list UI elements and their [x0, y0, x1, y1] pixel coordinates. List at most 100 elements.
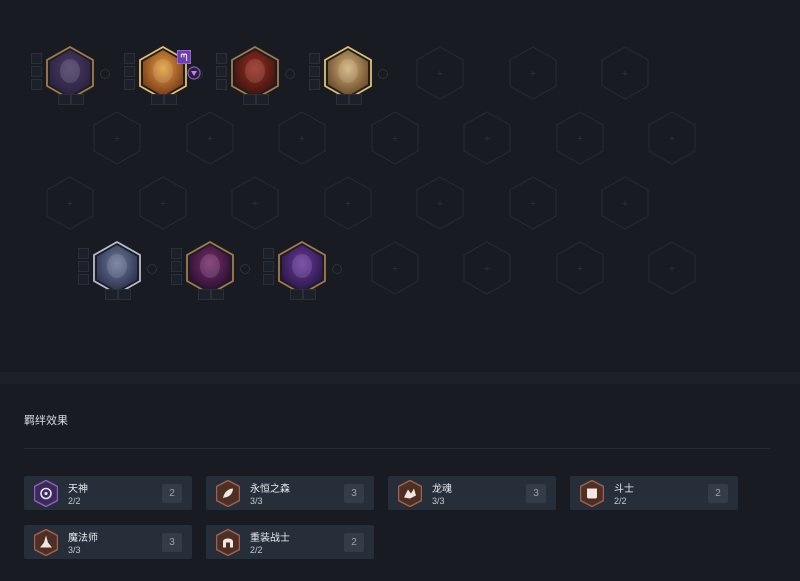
- trait-card[interactable]: 永恒之森 3/3 3: [206, 476, 374, 510]
- equip-dot[interactable]: [239, 264, 250, 274]
- item-slot[interactable]: [78, 274, 89, 285]
- dragon-icon: [398, 480, 422, 507]
- plus-icon: +: [622, 199, 629, 208]
- plus-icon: +: [576, 134, 583, 143]
- champion-3[interactable]: [231, 46, 279, 100]
- plus-icon: +: [529, 199, 536, 208]
- item-slot[interactable]: [216, 79, 227, 90]
- plus-icon: +: [344, 199, 351, 208]
- champion-7[interactable]: [278, 241, 326, 295]
- trait-tier-badge: 3: [344, 484, 364, 503]
- item-slot[interactable]: [31, 66, 42, 77]
- champion-4[interactable]: [323, 46, 372, 100]
- item-slot[interactable]: [263, 274, 274, 285]
- item-slot[interactable]: [263, 248, 274, 259]
- svg-text:ᘉ: ᘉ: [180, 53, 187, 64]
- plus-icon: +: [437, 199, 444, 208]
- divine-badge-icon: ᘉ: [176, 50, 191, 64]
- trait-tier-badge: 2: [162, 484, 182, 503]
- star-slot: [197, 289, 211, 300]
- trait-tier-badge: 2: [344, 533, 364, 552]
- empty-hex-slot[interactable]: +: [463, 111, 511, 165]
- plus-icon: +: [669, 264, 676, 273]
- star-slot: [163, 94, 177, 105]
- item-slot[interactable]: [308, 66, 320, 77]
- empty-hex-slot[interactable]: +: [138, 176, 187, 230]
- star-slot: [105, 289, 118, 300]
- empty-hex-slot[interactable]: +: [508, 176, 557, 230]
- divine-icon: [34, 480, 58, 507]
- item-slot[interactable]: [123, 66, 135, 77]
- item-slot[interactable]: [123, 79, 135, 90]
- empty-hex-slot[interactable]: +: [323, 176, 372, 230]
- fist-icon: [580, 480, 604, 507]
- empty-hex-slot[interactable]: +: [463, 241, 511, 295]
- plus-icon: +: [67, 199, 74, 208]
- plus-icon: +: [529, 69, 536, 78]
- empty-hex-slot[interactable]: +: [648, 241, 696, 295]
- item-slot[interactable]: [170, 274, 182, 285]
- champion-5[interactable]: [93, 241, 141, 295]
- traits-title: 羁绊效果: [24, 415, 68, 427]
- star-slot: [71, 94, 84, 105]
- item-slot[interactable]: [123, 53, 135, 64]
- champion-1[interactable]: [46, 46, 94, 100]
- empty-hex-slot[interactable]: +: [648, 111, 696, 165]
- trait-name: 重装战士: [250, 533, 290, 544]
- trait-count: 3/3: [68, 545, 81, 555]
- plus-icon: +: [206, 134, 213, 143]
- section-divider: [0, 372, 800, 384]
- equip-dot[interactable]: [147, 264, 157, 274]
- item-slot[interactable]: [216, 66, 227, 77]
- item-slot[interactable]: [31, 53, 42, 64]
- empty-hex-slot[interactable]: +: [555, 111, 604, 165]
- empty-hex-slot[interactable]: +: [93, 111, 141, 165]
- trait-card[interactable]: 魔法师 3/3 3: [24, 525, 192, 559]
- star-slot: [210, 289, 224, 300]
- empty-hex-slot[interactable]: +: [46, 176, 94, 230]
- empty-hex-slot[interactable]: +: [278, 111, 326, 165]
- trait-card[interactable]: 龙魂 3/3 3: [388, 476, 556, 510]
- item-slot[interactable]: [170, 248, 182, 259]
- item-slot[interactable]: [78, 248, 89, 259]
- star-slot: [290, 289, 303, 300]
- equip-dot[interactable]: [377, 69, 388, 79]
- item-slot[interactable]: [263, 261, 274, 272]
- leaf-icon: [216, 480, 240, 507]
- empty-hex-slot[interactable]: +: [231, 176, 279, 230]
- trait-tier-badge: 3: [526, 484, 546, 503]
- plus-icon: +: [391, 134, 398, 143]
- star-slot: [256, 94, 269, 105]
- empty-hex-slot[interactable]: +: [416, 46, 464, 100]
- trait-tier-badge: 2: [708, 484, 728, 503]
- empty-hex-slot[interactable]: +: [370, 241, 419, 295]
- item-slot[interactable]: [308, 79, 320, 90]
- empty-hex-slot[interactable]: +: [185, 111, 234, 165]
- plus-icon: +: [576, 264, 583, 273]
- trait-card[interactable]: 重装战士 2/2 2: [206, 525, 374, 559]
- item-slot[interactable]: [31, 79, 42, 90]
- equip-dot[interactable]: [100, 69, 110, 79]
- empty-hex-slot[interactable]: +: [601, 46, 649, 100]
- empty-hex-slot[interactable]: +: [416, 176, 464, 230]
- equip-dot[interactable]: [285, 69, 295, 79]
- plus-icon: +: [437, 69, 444, 78]
- empty-hex-slot[interactable]: +: [555, 241, 604, 295]
- item-slot[interactable]: [170, 261, 182, 272]
- equip-dot[interactable]: [332, 264, 342, 274]
- trait-card[interactable]: 天神 2/2 2: [24, 476, 192, 510]
- star-slot: [243, 94, 256, 105]
- helmet-icon: [216, 529, 240, 556]
- item-slot[interactable]: [308, 53, 320, 64]
- wizard-hat-icon: [34, 529, 58, 556]
- empty-hex-slot[interactable]: +: [508, 46, 557, 100]
- trait-name: 魔法师: [68, 533, 98, 544]
- empty-hex-slot[interactable]: +: [601, 176, 649, 230]
- item-slot[interactable]: [78, 261, 89, 272]
- champion-6[interactable]: [185, 241, 234, 295]
- star-slot: [58, 94, 71, 105]
- item-slot[interactable]: [216, 53, 227, 64]
- star-slot: [335, 94, 349, 105]
- empty-hex-slot[interactable]: +: [370, 111, 419, 165]
- trait-card[interactable]: 斗士 2/2 2: [570, 476, 738, 510]
